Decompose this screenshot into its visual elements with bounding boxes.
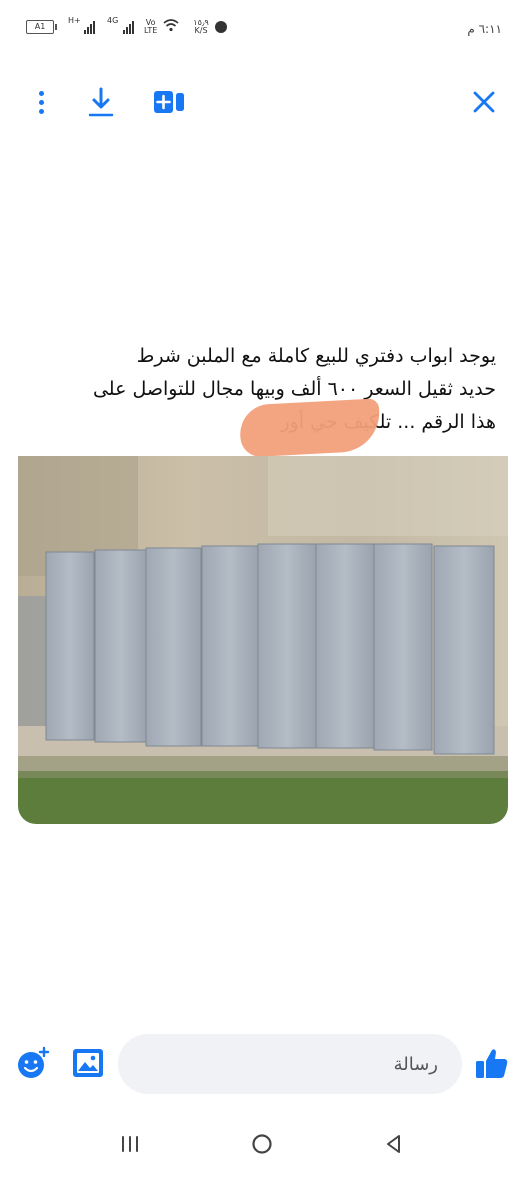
wifi-icon xyxy=(163,18,179,36)
close-button[interactable] xyxy=(470,82,498,122)
phone-number-redaction xyxy=(238,398,382,458)
system-navigation-bar xyxy=(0,1116,526,1172)
message-composer xyxy=(0,1034,526,1096)
network-type-label: H+ xyxy=(68,16,81,25)
signal-icon-2: 4G xyxy=(107,16,134,34)
status-icons: A1 H+ 4G Vo LTE ١٥٫٩ K/S xyxy=(26,16,227,36)
signal-icon: H+ xyxy=(68,16,95,34)
more-vertical-icon xyxy=(38,90,44,96)
clock: ٦:١١ م xyxy=(467,22,502,36)
image-icon xyxy=(73,1049,103,1077)
more-options-button[interactable] xyxy=(28,82,54,122)
battery-indicator: A1 xyxy=(26,20,57,34)
message-line-2: حديد ثقيل السعر ٦٠٠ ألف وبيها مجال للتوا… xyxy=(92,378,496,400)
recent-apps-icon xyxy=(122,1136,138,1152)
add-to-story-icon xyxy=(154,91,184,113)
back-icon xyxy=(387,1135,400,1153)
thumbs-up-icon xyxy=(476,1049,508,1078)
message-input[interactable] xyxy=(118,1034,462,1094)
gallery-button[interactable] xyxy=(72,1048,104,1078)
emoji-add-icon xyxy=(18,1046,50,1078)
viewer-toolbar xyxy=(0,82,526,122)
home-button[interactable] xyxy=(242,1128,282,1160)
recent-apps-button[interactable] xyxy=(110,1128,150,1160)
speed-unit: K/S xyxy=(194,26,208,35)
volte-indicator: Vo LTE xyxy=(144,19,157,35)
back-button[interactable] xyxy=(374,1128,414,1160)
alarm-icon xyxy=(214,21,227,33)
add-reaction-button[interactable] xyxy=(16,1046,50,1080)
home-icon xyxy=(252,1134,272,1154)
close-icon xyxy=(473,91,495,113)
volte-bottom: LTE xyxy=(144,26,158,35)
network-speed: ١٥٫٩ K/S xyxy=(193,19,209,35)
add-to-story-button[interactable] xyxy=(152,82,186,122)
message-line-1: يوجد ابواب دفتري للبيع كاملة مع الملبن ش… xyxy=(136,345,496,367)
doors-photo-image xyxy=(18,456,508,824)
network-type-label-2: 4G xyxy=(107,16,119,25)
doors-group xyxy=(45,543,495,755)
download-icon xyxy=(88,87,114,117)
like-button[interactable] xyxy=(474,1046,510,1082)
attached-photo[interactable] xyxy=(18,456,508,824)
status-bar: A1 H+ 4G Vo LTE ١٥٫٩ K/S ٦:١١ م xyxy=(0,0,526,60)
download-button[interactable] xyxy=(86,82,116,122)
